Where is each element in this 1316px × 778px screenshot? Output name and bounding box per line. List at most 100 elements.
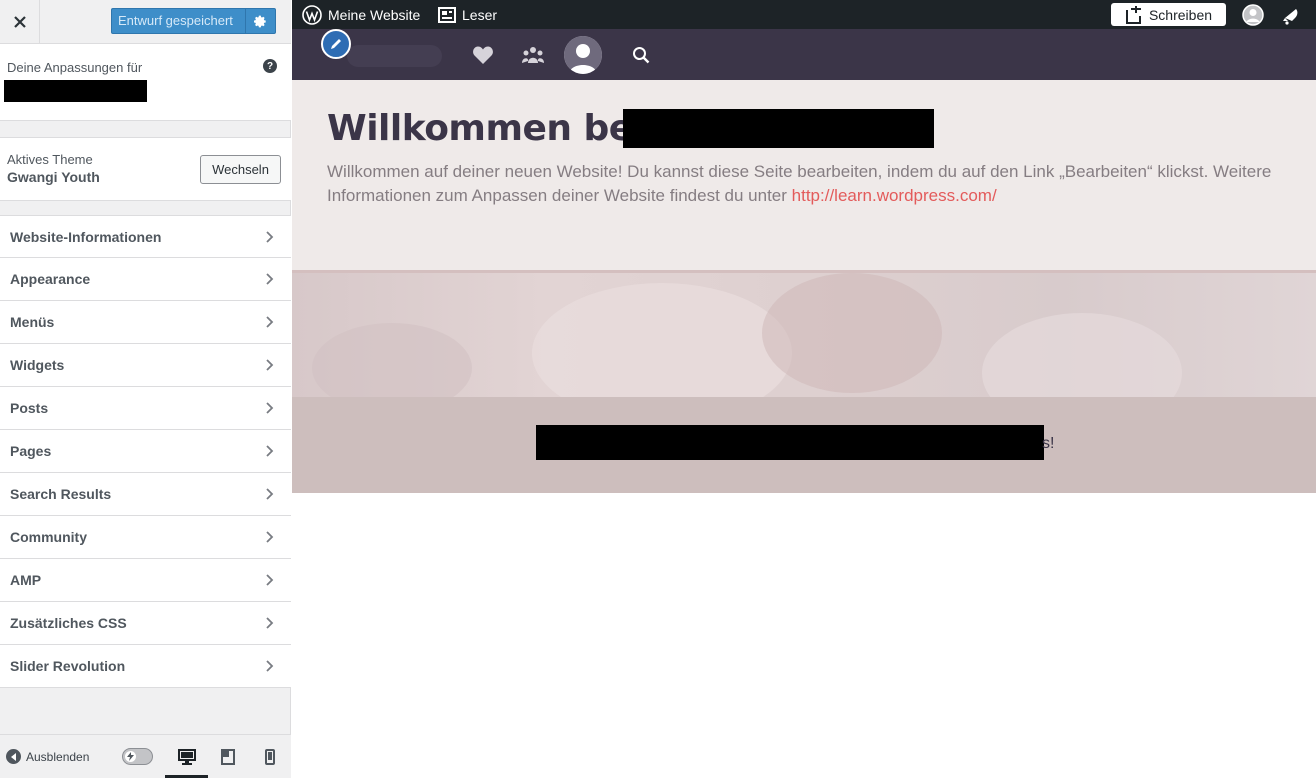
- collapse-sidebar-button[interactable]: Ausblenden: [6, 749, 89, 764]
- write-label: Schreiben: [1148, 6, 1213, 23]
- favorites-button[interactable]: [471, 43, 495, 67]
- active-theme-section: Aktives Theme Gwangi Youth Wechseln: [0, 137, 291, 201]
- panel-label: Appearance: [10, 271, 91, 287]
- panel-label: Widgets: [10, 357, 65, 373]
- panel-label: AMP: [10, 572, 42, 588]
- wordpress-logo-icon: [302, 4, 322, 25]
- gear-icon: [254, 15, 266, 27]
- chevron-right-icon: [266, 273, 274, 285]
- my-site-label: Meine Website: [328, 6, 421, 23]
- chevron-right-icon: [266, 531, 274, 543]
- notifications-menu[interactable]: [1281, 0, 1301, 29]
- save-draft-button[interactable]: Entwurf gespeichert: [111, 8, 245, 34]
- welcome-title: Willkommen bei: [327, 108, 645, 149]
- chevron-right-icon: [266, 660, 274, 672]
- customizer-header: Entwurf gespeichert: [0, 0, 291, 44]
- lightning-icon: [125, 751, 136, 762]
- my-site-menu[interactable]: Meine Website: [302, 0, 420, 29]
- reader-menu[interactable]: Leser: [438, 0, 497, 29]
- pencil-icon: [331, 39, 341, 49]
- mobile-icon: [265, 749, 275, 765]
- banner-shape: [982, 313, 1182, 397]
- help-icon[interactable]: ?: [263, 59, 277, 73]
- customizing-label: Deine Anpassungen für: [7, 60, 143, 75]
- welcome-section: Willkommen bei Willkommen auf deiner neu…: [292, 80, 1316, 270]
- chevron-right-icon: [266, 445, 274, 457]
- device-desktop-button[interactable]: [175, 745, 199, 769]
- panel-search-results[interactable]: Search Results: [0, 473, 291, 516]
- theme-navigation-bar: [292, 29, 1316, 80]
- panel-community[interactable]: Community: [0, 516, 291, 559]
- panel-menus[interactable]: Menüs: [0, 301, 291, 344]
- redacted-site-title: [623, 109, 934, 148]
- chevron-right-icon: [266, 402, 274, 414]
- customizer-footer: Ausblenden: [0, 734, 291, 778]
- active-theme-name: Gwangi Youth: [7, 169, 100, 185]
- tagline-tail: s!: [1042, 435, 1055, 452]
- panel-amp[interactable]: AMP: [0, 559, 291, 602]
- customizer-sidebar: Entwurf gespeichert Deine Anpassungen fü…: [0, 0, 291, 778]
- panel-posts[interactable]: Posts: [0, 387, 291, 430]
- save-button-group: Entwurf gespeichert: [111, 8, 276, 34]
- chevron-right-icon: [266, 574, 274, 586]
- chevron-right-icon: [266, 488, 274, 500]
- heart-icon: [473, 46, 493, 64]
- preview-toggle[interactable]: [122, 748, 153, 765]
- reader-icon: [438, 6, 456, 23]
- change-theme-button[interactable]: Wechseln: [200, 155, 281, 184]
- redacted-site-name: [4, 80, 147, 102]
- profile-menu[interactable]: [1242, 0, 1264, 29]
- panel-pages[interactable]: Pages: [0, 430, 291, 473]
- user-avatar-icon: [1242, 3, 1264, 26]
- collapse-label: Ausblenden: [26, 749, 90, 764]
- learn-wordpress-link[interactable]: http://learn.wordpress.com/: [792, 186, 997, 205]
- device-tablet-button[interactable]: [216, 745, 240, 769]
- panel-label: Community: [10, 529, 87, 545]
- close-customizer-button[interactable]: [0, 0, 40, 43]
- chevron-right-icon: [266, 359, 274, 371]
- new-post-icon: [1125, 5, 1141, 24]
- panel-additional-css[interactable]: Zusätzliches CSS: [0, 602, 291, 645]
- tablet-icon: [221, 749, 235, 765]
- redacted-tagline: [536, 425, 1044, 460]
- panel-label: Website-Informationen: [10, 229, 162, 245]
- chevron-right-icon: [266, 316, 274, 328]
- panel-widgets[interactable]: Widgets: [0, 344, 291, 387]
- banner-shape: [762, 273, 942, 393]
- panel-label: Zusätzliches CSS: [10, 615, 127, 631]
- user-avatar[interactable]: [564, 36, 602, 74]
- members-button[interactable]: [521, 43, 545, 67]
- panel-label: Search Results: [10, 486, 112, 502]
- active-theme-label: Aktives Theme: [7, 152, 93, 167]
- write-button[interactable]: Schreiben: [1111, 3, 1226, 26]
- search-icon: [633, 47, 650, 64]
- panel-label: Slider Revolution: [10, 658, 126, 674]
- publish-settings-button[interactable]: [245, 8, 276, 34]
- bell-icon: [1283, 8, 1298, 25]
- reader-label: Leser: [462, 6, 498, 23]
- edit-shortcut-button[interactable]: [321, 29, 351, 59]
- search-button[interactable]: [629, 43, 653, 67]
- nav-pill-placeholder: [347, 45, 442, 67]
- arrow-left-icon: [6, 749, 21, 764]
- header-image-banner: [292, 270, 1316, 397]
- desktop-icon: [178, 749, 196, 765]
- welcome-text: Willkommen auf deiner neuen Website! Du …: [327, 160, 1277, 208]
- panel-label: Menüs: [10, 314, 55, 330]
- tagline-band: s!: [292, 397, 1316, 493]
- chevron-right-icon: [266, 617, 274, 629]
- customizer-panel-list: Website-Informationen Appearance Menüs W…: [0, 215, 291, 688]
- banner-shape: [532, 283, 792, 397]
- avatar-icon: [564, 36, 602, 74]
- panel-website-informationen[interactable]: Website-Informationen: [0, 215, 291, 258]
- device-mobile-button[interactable]: [258, 745, 282, 769]
- wp-admin-bar: Meine Website Leser Schreiben: [292, 0, 1316, 29]
- panel-label: Pages: [10, 443, 52, 459]
- panel-label: Posts: [10, 400, 49, 416]
- close-icon: [13, 15, 26, 28]
- chevron-right-icon: [266, 231, 274, 243]
- panel-appearance[interactable]: Appearance: [0, 258, 291, 301]
- group-icon: [522, 47, 544, 63]
- customizer-info: Deine Anpassungen für ?: [0, 44, 291, 121]
- panel-slider-revolution[interactable]: Slider Revolution: [0, 645, 291, 688]
